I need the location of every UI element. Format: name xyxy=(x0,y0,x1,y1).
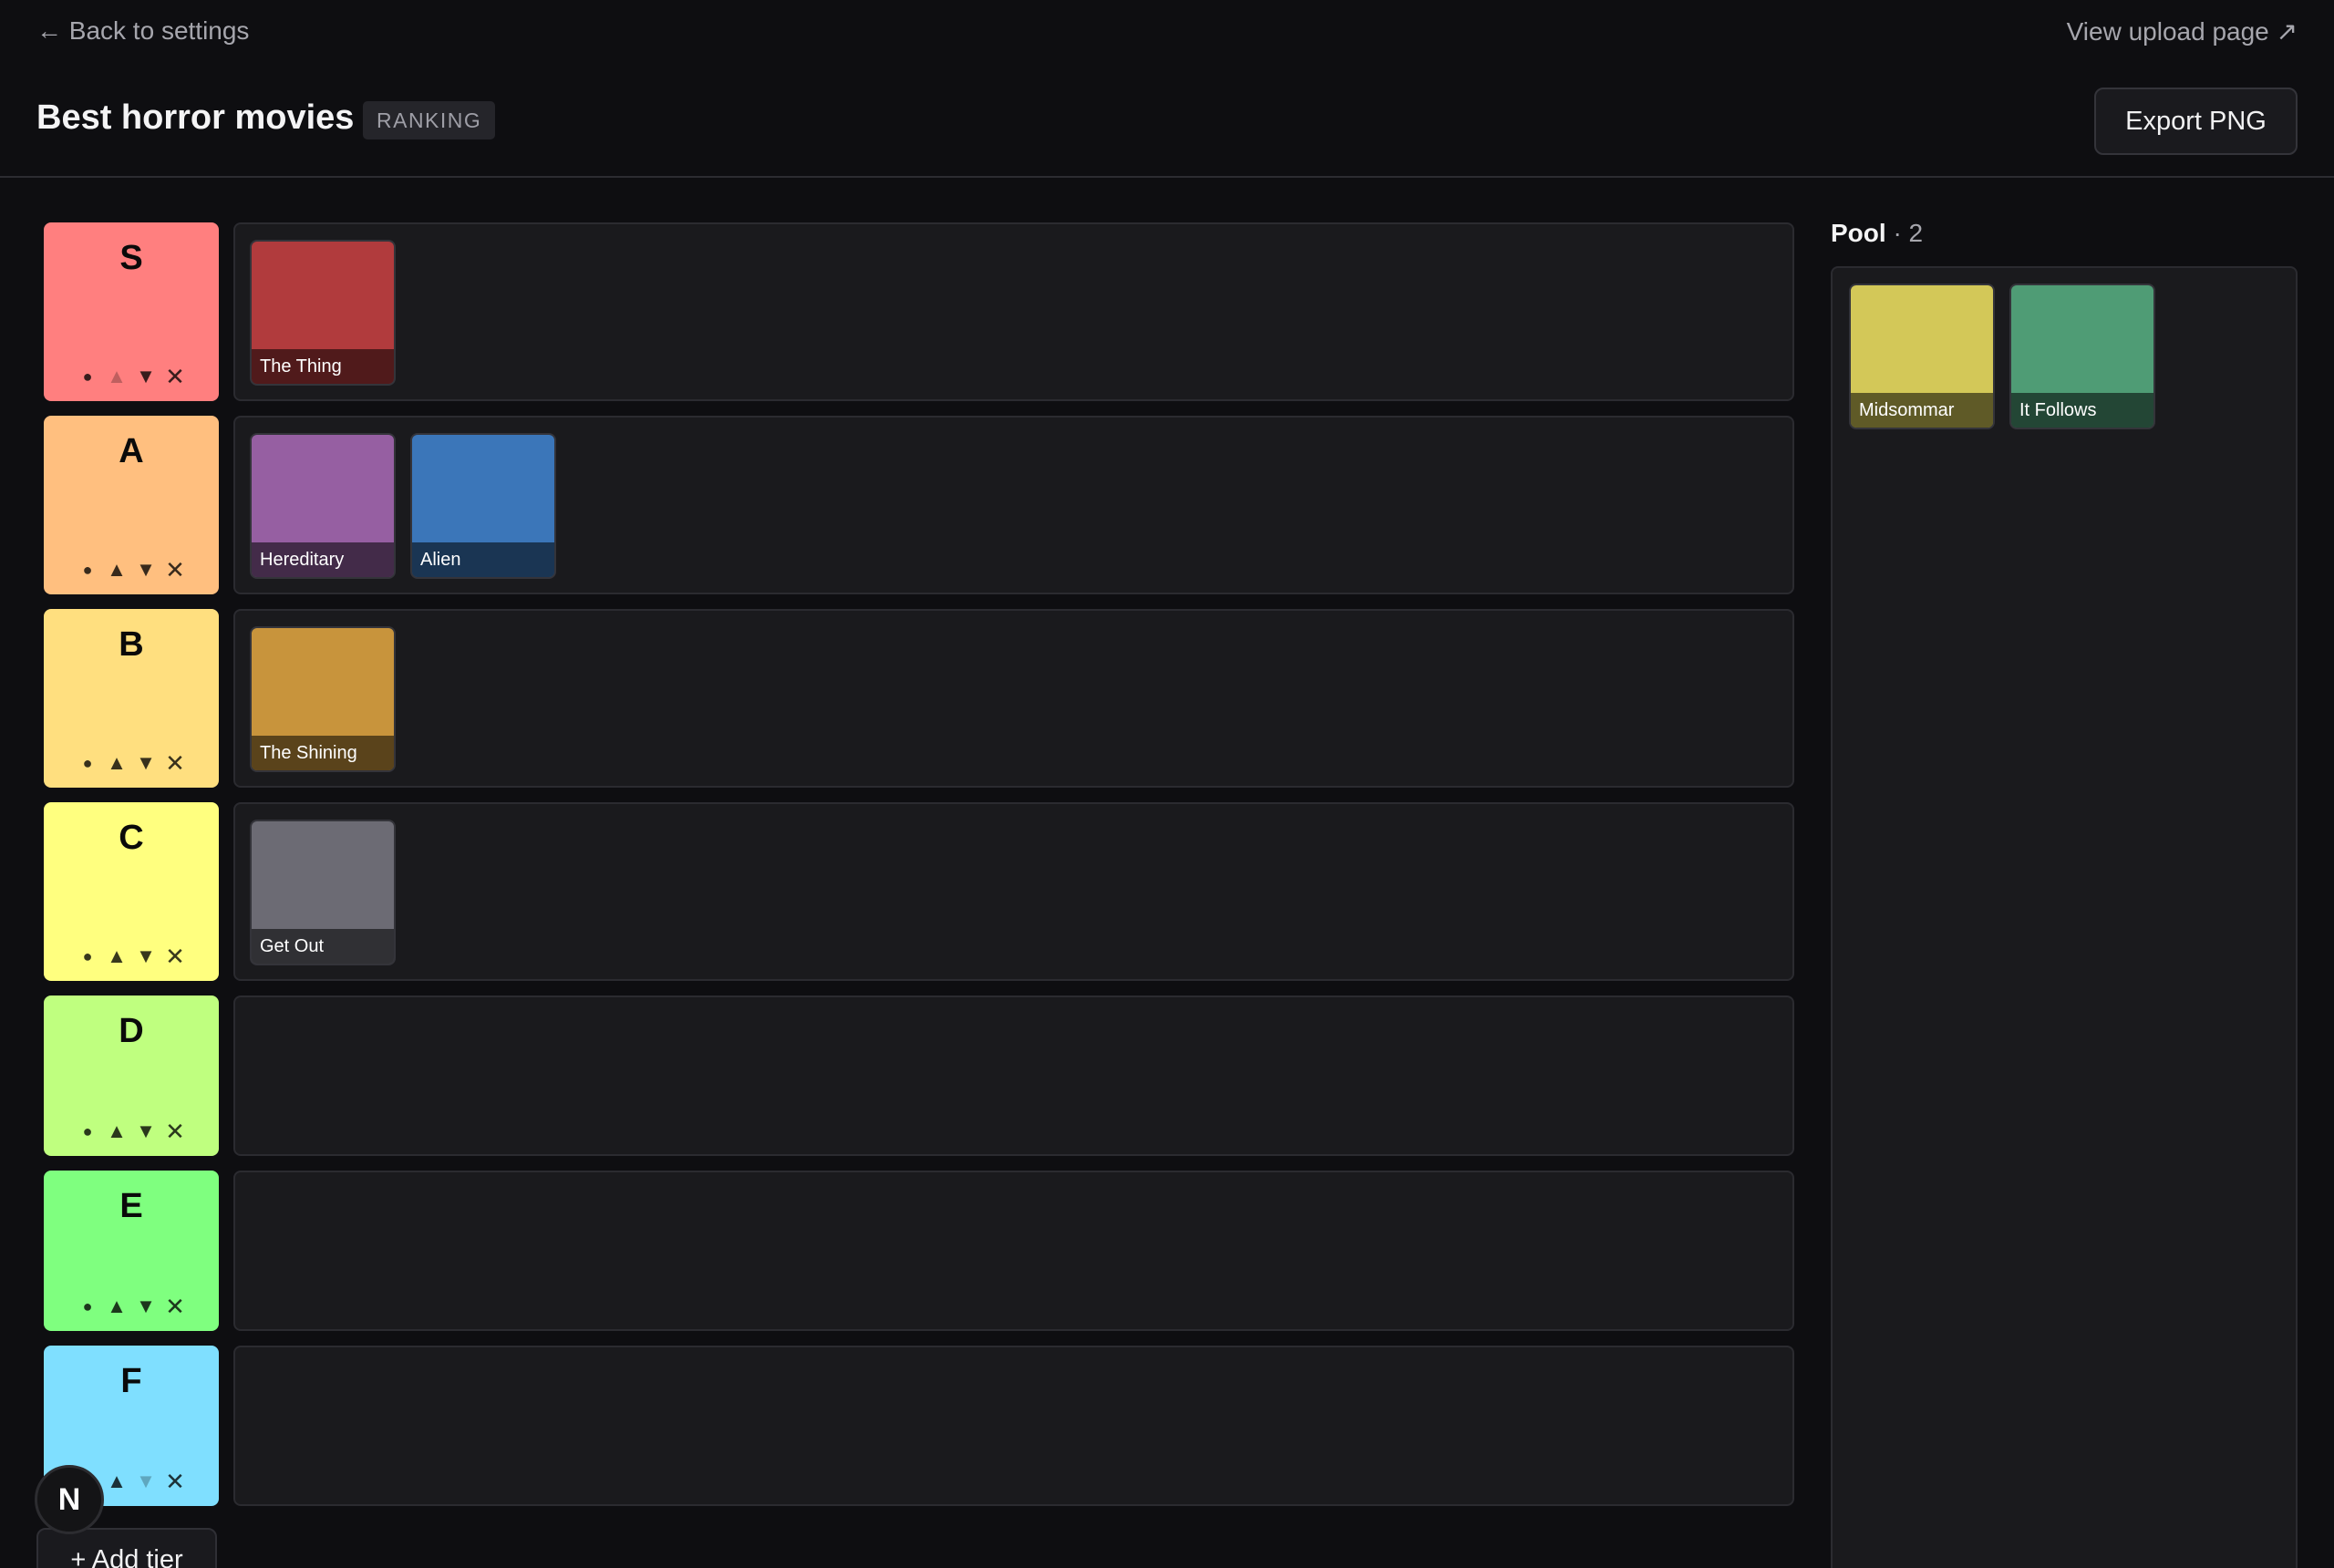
item-card[interactable]: The Shining xyxy=(250,626,396,772)
remove-tier-icon[interactable]: ✕ xyxy=(161,1118,189,1145)
item-card-title: Midsommar xyxy=(1851,393,1993,428)
move-tier-down-icon[interactable]: ▼ xyxy=(132,556,160,583)
tier-row: C ● ▲ ▼ ✕ Get Out xyxy=(44,802,1794,981)
item-card-title: The Shining xyxy=(252,736,394,770)
tier-label[interactable]: D ● ▲ ▼ ✕ xyxy=(44,995,219,1156)
tier-dropzone[interactable] xyxy=(233,1346,1794,1506)
page-header: ← Back to settings View upload page ↗ Be… xyxy=(0,0,2334,178)
tier-dropzone[interactable]: Hereditary Alien xyxy=(233,416,1794,594)
item-card-title: It Follows xyxy=(2011,393,2153,428)
tier-dropzone[interactable] xyxy=(233,995,1794,1156)
tier-color-picker-icon[interactable]: ● xyxy=(74,1293,101,1320)
tier-controls: ●▲▼✕ xyxy=(44,1118,219,1145)
tier-name[interactable]: B xyxy=(44,625,219,665)
tier-color-picker-icon[interactable]: ● xyxy=(74,363,101,390)
tier-controls: ●▲▼✕ xyxy=(44,749,219,777)
move-tier-up-icon[interactable]: ▲ xyxy=(103,1293,130,1320)
tier-row: S ● ▲ ▼ ✕ The Thing xyxy=(44,222,1794,401)
item-card-title: Get Out xyxy=(252,929,394,964)
move-tier-down-icon[interactable]: ▼ xyxy=(132,1468,160,1495)
move-tier-down-icon[interactable]: ▼ xyxy=(132,363,160,390)
move-tier-up-icon[interactable]: ▲ xyxy=(103,556,130,583)
tier-dropzone[interactable]: The Shining xyxy=(233,609,1794,788)
tier-name[interactable]: S xyxy=(44,239,219,278)
pool-count: · 2 xyxy=(1893,219,1924,247)
move-tier-up-icon[interactable]: ▲ xyxy=(103,943,130,970)
move-tier-down-icon[interactable]: ▼ xyxy=(132,749,160,777)
tier-color-picker-icon[interactable]: ● xyxy=(74,556,101,583)
item-card-title: The Thing xyxy=(252,349,394,384)
tier-label[interactable]: C ● ▲ ▼ ✕ xyxy=(44,802,219,981)
remove-tier-icon[interactable]: ✕ xyxy=(161,749,189,777)
item-card[interactable]: The Thing xyxy=(250,240,396,386)
item-card[interactable]: It Follows xyxy=(2009,284,2155,429)
export-png-button[interactable]: Export PNG xyxy=(2094,88,2298,155)
tier-name[interactable]: E xyxy=(44,1187,219,1226)
pool-heading: Pool · 2 xyxy=(1831,219,1923,248)
pool-dropzone[interactable]: Midsommar It Follows xyxy=(1831,266,2298,1568)
item-card-title: Alien xyxy=(412,542,554,577)
tier-color-picker-icon[interactable]: ● xyxy=(74,749,101,777)
next-dev-indicator-icon[interactable]: N xyxy=(35,1465,104,1534)
remove-tier-icon[interactable]: ✕ xyxy=(161,363,189,390)
item-card[interactable]: Alien xyxy=(410,433,556,579)
tier-dropzone[interactable]: Get Out xyxy=(233,802,1794,981)
tier-list-editor: ← Back to settings View upload page ↗ Be… xyxy=(0,0,2334,1568)
item-card-title: Hereditary xyxy=(252,542,394,577)
tier-row: B ● ▲ ▼ ✕ The Shining xyxy=(44,609,1794,788)
tier-controls: ●▲▼✕ xyxy=(44,1293,219,1320)
tier-name[interactable]: D xyxy=(44,1012,219,1051)
tier-label[interactable]: E ● ▲ ▼ ✕ xyxy=(44,1171,219,1331)
tier-color-picker-icon[interactable]: ● xyxy=(74,943,101,970)
tier-controls: ●▲▼✕ xyxy=(44,363,219,390)
tier-dropzone[interactable]: The Thing xyxy=(233,222,1794,401)
tier-row: E ● ▲ ▼ ✕ xyxy=(44,1171,1794,1331)
tier-row: F●▲▼✕ xyxy=(44,1346,1794,1506)
view-upload-page-link[interactable]: View upload page ↗ xyxy=(2067,16,2298,46)
item-card[interactable]: Hereditary xyxy=(250,433,396,579)
tier-name[interactable]: C xyxy=(44,819,219,858)
tier-row: D ● ▲ ▼ ✕ xyxy=(44,995,1794,1156)
move-tier-up-icon[interactable]: ▲ xyxy=(103,1118,130,1145)
move-tier-down-icon[interactable]: ▼ xyxy=(132,1118,160,1145)
tier-color-picker-icon[interactable]: ● xyxy=(74,1118,101,1145)
move-tier-up-icon[interactable]: ▲ xyxy=(103,363,130,390)
move-tier-down-icon[interactable]: ▼ xyxy=(132,943,160,970)
tier-controls: ●▲▼✕ xyxy=(44,556,219,583)
pool-title: Pool xyxy=(1831,219,1886,247)
remove-tier-icon[interactable]: ✕ xyxy=(161,943,189,970)
move-tier-down-icon[interactable]: ▼ xyxy=(132,1293,160,1320)
tier-label[interactable]: A ● ▲ ▼ ✕ xyxy=(44,416,219,594)
tier-row: A ● ▲ ▼ ✕ Hereditary Alien xyxy=(44,416,1794,594)
tier-name[interactable]: F xyxy=(44,1362,219,1401)
remove-tier-icon[interactable]: ✕ xyxy=(161,1293,189,1320)
tier-label[interactable]: S ● ▲ ▼ ✕ xyxy=(44,222,219,401)
tier-name[interactable]: A xyxy=(44,432,219,471)
list-type-badge: RANKING xyxy=(363,101,496,139)
tier-dropzone[interactable] xyxy=(233,1171,1794,1331)
remove-tier-icon[interactable]: ✕ xyxy=(161,556,189,583)
page-title: Best horror movies xyxy=(36,98,355,137)
item-card[interactable]: Get Out xyxy=(250,820,396,965)
tier-controls: ●▲▼✕ xyxy=(44,943,219,970)
remove-tier-icon[interactable]: ✕ xyxy=(161,1468,189,1495)
item-card[interactable]: Midsommar xyxy=(1849,284,1995,429)
tier-label[interactable]: B ● ▲ ▼ ✕ xyxy=(44,609,219,788)
move-tier-up-icon[interactable]: ▲ xyxy=(103,1468,130,1495)
move-tier-up-icon[interactable]: ▲ xyxy=(103,749,130,777)
back-to-settings-link[interactable]: ← Back to settings xyxy=(36,16,249,46)
